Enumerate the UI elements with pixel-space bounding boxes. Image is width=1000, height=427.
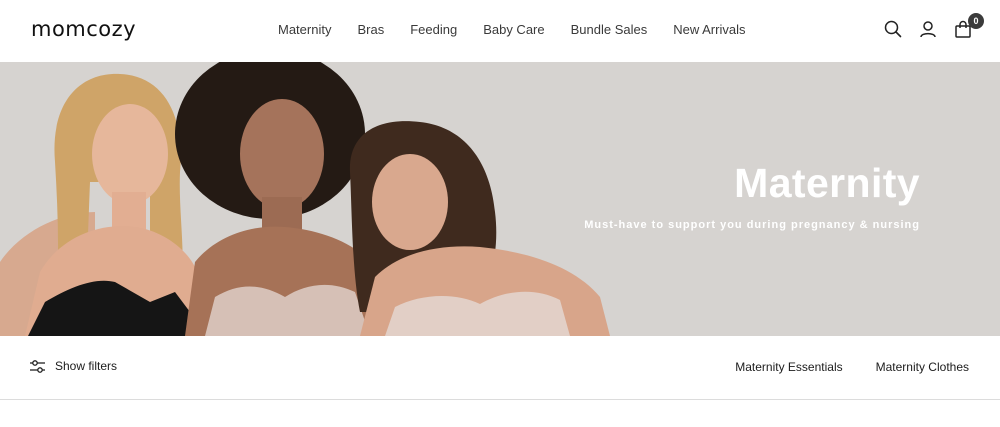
cart-icon[interactable]: 0	[950, 13, 984, 42]
nav-item-bras[interactable]: Bras	[357, 22, 384, 37]
nav-item-new-arrivals[interactable]: New Arrivals	[673, 22, 745, 37]
category-maternity-essentials[interactable]: Maternity Essentials	[735, 360, 842, 374]
main-nav: Maternity Bras Feeding Baby Care Bundle …	[278, 22, 771, 37]
cart-count-badge: 0	[968, 13, 984, 29]
account-icon[interactable]	[915, 16, 941, 42]
site-header: momcozy Maternity Bras Feeding Baby Care…	[0, 0, 1000, 62]
hero-subtitle: Must-have to support you during pregnanc…	[584, 219, 920, 231]
filter-bar: Show filters Maternity Essentials Matern…	[0, 336, 1000, 400]
header-icons: 0	[871, 13, 984, 42]
logo[interactable]: momcozy	[31, 17, 136, 41]
hero-photo	[0, 62, 610, 336]
show-filters-button[interactable]: Show filters	[30, 359, 117, 373]
nav-item-feeding[interactable]: Feeding	[410, 22, 457, 37]
search-icon[interactable]	[880, 16, 906, 42]
nav-item-bundle-sales[interactable]: Bundle Sales	[571, 22, 648, 37]
nav-item-baby-care[interactable]: Baby Care	[483, 22, 544, 37]
hero-banner: Maternity Must-have to support you durin…	[0, 62, 1000, 336]
hero-title: Maternity	[734, 160, 920, 206]
nav-item-maternity[interactable]: Maternity	[278, 22, 331, 37]
category-maternity-clothes[interactable]: Maternity Clothes	[876, 360, 969, 374]
category-links: Maternity Essentials Maternity Clothes	[702, 360, 969, 374]
show-filters-label: Show filters	[55, 359, 118, 373]
filters-icon	[30, 359, 45, 373]
